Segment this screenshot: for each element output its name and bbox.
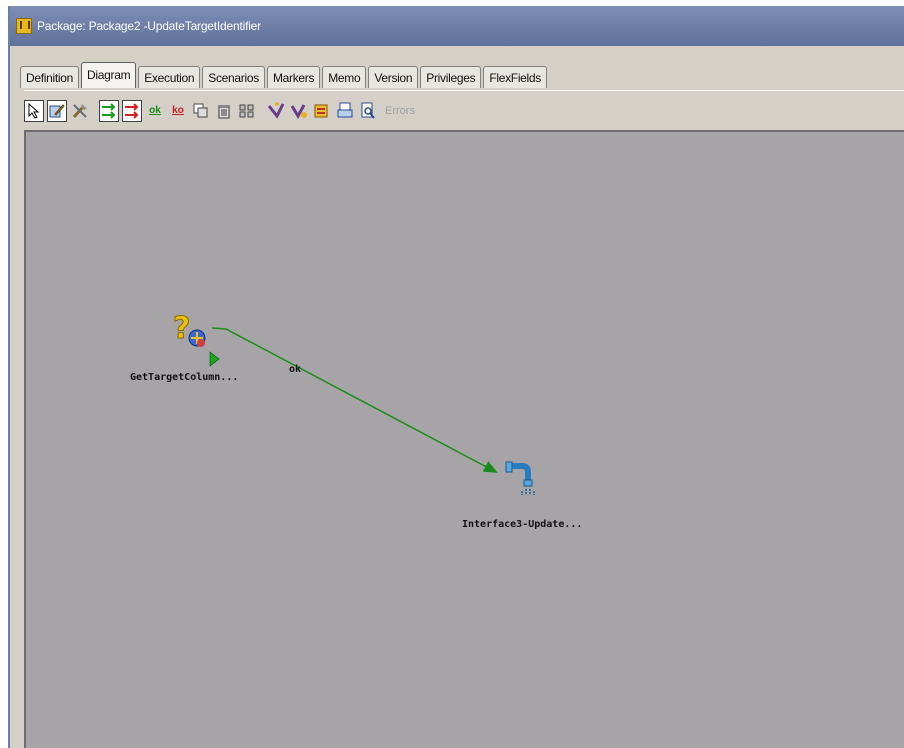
diagram-toolbar: ok ko Errors [24,90,904,131]
print-preview-icon[interactable] [358,100,378,122]
window-title: Package: Package2 -UpdateTargetIdentifie… [37,19,261,33]
debug-icon[interactable] [312,100,332,122]
duplicate-icon[interactable] [191,100,211,122]
execute-icon[interactable] [266,100,286,122]
errors-button[interactable]: Errors [385,105,415,117]
tab-memo[interactable]: Memo [322,66,367,88]
package-icon [16,18,32,34]
select-pointer-icon[interactable] [24,100,44,122]
interface-faucet-icon[interactable] [504,460,538,498]
next-step-ok-icon[interactable] [99,100,119,122]
diagram-canvas[interactable]: ? GetTargetColumn... ok Interface3-Updat… [24,130,904,748]
tab-execution[interactable]: Execution [138,66,201,88]
align-icon[interactable] [237,100,257,122]
next-step-ko-icon[interactable] [122,100,142,122]
tab-flexfields[interactable]: FlexFields [483,66,547,88]
tab-markers[interactable]: Markers [266,66,321,88]
svg-text:?: ? [173,311,190,346]
link-label: ok [289,364,302,375]
print-icon[interactable] [335,100,355,122]
tab-scenarios[interactable]: Scenarios [202,66,265,88]
package-editor-window: Package: Package2 -UpdateTargetIdentifie… [8,6,904,748]
step-label[interactable]: Interface3-Update... [462,519,582,530]
ok-link-icon[interactable]: ok [145,100,165,122]
ok-link-line[interactable] [211,327,498,473]
diagram-svg [209,327,498,473]
ko-link-icon[interactable]: ko [168,100,188,122]
step-label[interactable]: GetTargetColumn... [130,372,238,383]
tools-icon[interactable] [70,100,90,122]
tab-privileges[interactable]: Privileges [420,66,482,88]
procedure-question-icon[interactable]: ? [171,308,211,350]
window-title-bar[interactable]: Package: Package2 -UpdateTargetIdentifie… [10,6,904,46]
tab-definition[interactable]: Definition [20,66,80,88]
tab-version[interactable]: Version [368,66,419,88]
first-step-flag-icon [209,351,220,367]
tab-bar: Definition Diagram Execution Scenarios M… [20,62,549,88]
edit-icon[interactable] [47,100,67,122]
execute-step-icon[interactable] [289,100,309,122]
tab-diagram[interactable]: Diagram [81,62,137,88]
delete-icon[interactable] [214,100,234,122]
